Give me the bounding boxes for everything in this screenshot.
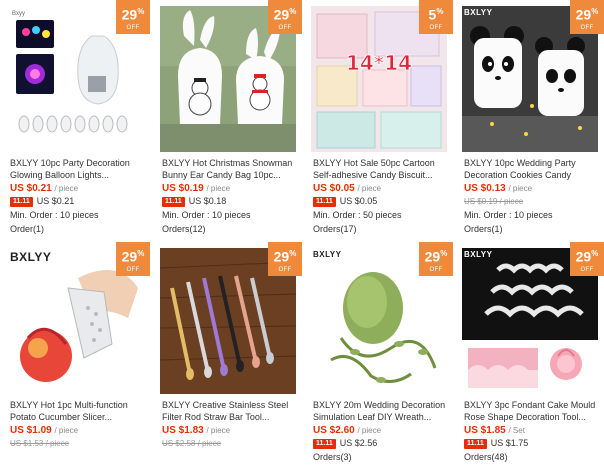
brand-mark: BXLYY bbox=[313, 250, 342, 259]
product-card[interactable]: 29% OFF BXLYY Hot Christmas Snowman Bunn… bbox=[152, 0, 303, 234]
discount-badge: 5% OFF bbox=[419, 0, 453, 34]
promo-price-row: 11.11 US $0.05 bbox=[313, 196, 377, 207]
discount-badge: 29% OFF bbox=[116, 242, 150, 276]
min-order: Min. Order : 10 pieces bbox=[162, 210, 251, 220]
sale-tag: 11.11 bbox=[313, 196, 336, 207]
sale-tag: 11.11 bbox=[10, 196, 33, 207]
promo-price-row: 11.11 US $0.18 bbox=[162, 196, 226, 207]
product-price: US $0.05 / piece bbox=[313, 183, 382, 194]
product-card[interactable]: 29% OFF BXLYY Creative Stainless Steel F… bbox=[152, 242, 303, 472]
product-card[interactable]: Bxyy 29% OFF BXLYY 10pc Party Decoration… bbox=[0, 0, 151, 234]
original-price: US $2.58 / piece bbox=[162, 439, 222, 448]
discount-badge: 29% OFF bbox=[419, 242, 453, 276]
discount-badge: 29% OFF bbox=[570, 0, 604, 34]
sale-tag: 11.11 bbox=[313, 438, 336, 449]
sale-tag: 11.11 bbox=[464, 438, 487, 449]
product-card[interactable]: BXLYY 29% OFF BXLYY 20m Wedding Decorati… bbox=[303, 242, 454, 472]
product-card[interactable]: BXLYY 29% OFF BXLYY 10pc Wedding Party D… bbox=[454, 0, 604, 234]
product-title[interactable]: BXLYY 10pc Party Decoration Glowing Ball… bbox=[10, 157, 144, 181]
product-card[interactable]: 14*14 5% OFF BXLYY Hot Sale 50pc Cartoon… bbox=[303, 0, 454, 234]
product-card[interactable]: BXLYY 29% OFF BXLYY 3pc Fondant Cake Mou… bbox=[454, 242, 604, 472]
order-count: Orders(17) bbox=[313, 224, 357, 234]
product-title[interactable]: BXLYY 20m Wedding Decoration Simulation … bbox=[313, 399, 447, 423]
product-price: US $0.21 / piece bbox=[10, 183, 79, 194]
product-title[interactable]: BXLYY 10pc Wedding Party Decoration Cook… bbox=[464, 157, 598, 181]
product-title[interactable]: BXLYY Creative Stainless Steel Filter Ro… bbox=[162, 399, 296, 423]
product-price: US $1.09 / piece bbox=[10, 425, 79, 436]
product-price: US $0.19 / piece bbox=[162, 183, 231, 194]
size-label: 14*14 bbox=[346, 51, 412, 75]
discount-badge: 29% OFF bbox=[268, 0, 302, 34]
product-title[interactable]: BXLYY Hot 1pc Multi-function Potato Cucu… bbox=[10, 399, 144, 423]
brand-mark: Bxyy bbox=[12, 11, 26, 17]
promo-price-row: 11.11 US $0.21 bbox=[10, 196, 74, 207]
discount-badge: 29% OFF bbox=[570, 242, 604, 276]
brand-mark: BXLYY bbox=[464, 8, 493, 17]
promo-price-row: 11.11 US $1.75 bbox=[464, 438, 528, 449]
original-price: US $1.53 / piece bbox=[10, 439, 70, 448]
order-count: Orders(1) bbox=[464, 224, 503, 234]
brand-mark: BXLYY bbox=[10, 250, 52, 264]
discount-badge: 29% OFF bbox=[116, 0, 150, 34]
min-order: Min. Order : 10 pieces bbox=[464, 210, 553, 220]
min-order: Min. Order : 10 pieces bbox=[10, 210, 99, 220]
order-count: Orders(12) bbox=[162, 224, 206, 234]
promo-price-row: 11.11 US $2.56 bbox=[313, 438, 377, 449]
product-price: US $2.60 / piece bbox=[313, 425, 382, 436]
brand-mark: BXLYY bbox=[464, 250, 493, 259]
original-price: US $0.19 / piece bbox=[464, 197, 524, 206]
sale-tag: 11.11 bbox=[162, 196, 185, 207]
product-title[interactable]: BXLYY Hot Sale 50pc Cartoon Self-adhesiv… bbox=[313, 157, 447, 181]
product-title[interactable]: BXLYY 3pc Fondant Cake Mould Rose Shape … bbox=[464, 399, 598, 423]
product-card[interactable]: BXLYY 29% OFF BXLYY Hot 1pc Multi-functi… bbox=[0, 242, 151, 472]
product-grid: Bxyy 29% OFF BXLYY 10pc Party Decoration… bbox=[0, 0, 604, 462]
discount-badge: 29% OFF bbox=[268, 242, 302, 276]
product-price: US $1.85 / Set bbox=[464, 425, 525, 436]
min-order: Min. Order : 50 pieces bbox=[313, 210, 402, 220]
product-price: US $1.83 / piece bbox=[162, 425, 231, 436]
order-count: Order(1) bbox=[10, 224, 45, 234]
product-price: US $0.13 / piece bbox=[464, 183, 533, 194]
product-title[interactable]: BXLYY Hot Christmas Snowman Bunny Ear Ca… bbox=[162, 157, 296, 181]
order-count: Orders(48) bbox=[464, 452, 508, 462]
order-count: Orders(3) bbox=[313, 452, 352, 462]
